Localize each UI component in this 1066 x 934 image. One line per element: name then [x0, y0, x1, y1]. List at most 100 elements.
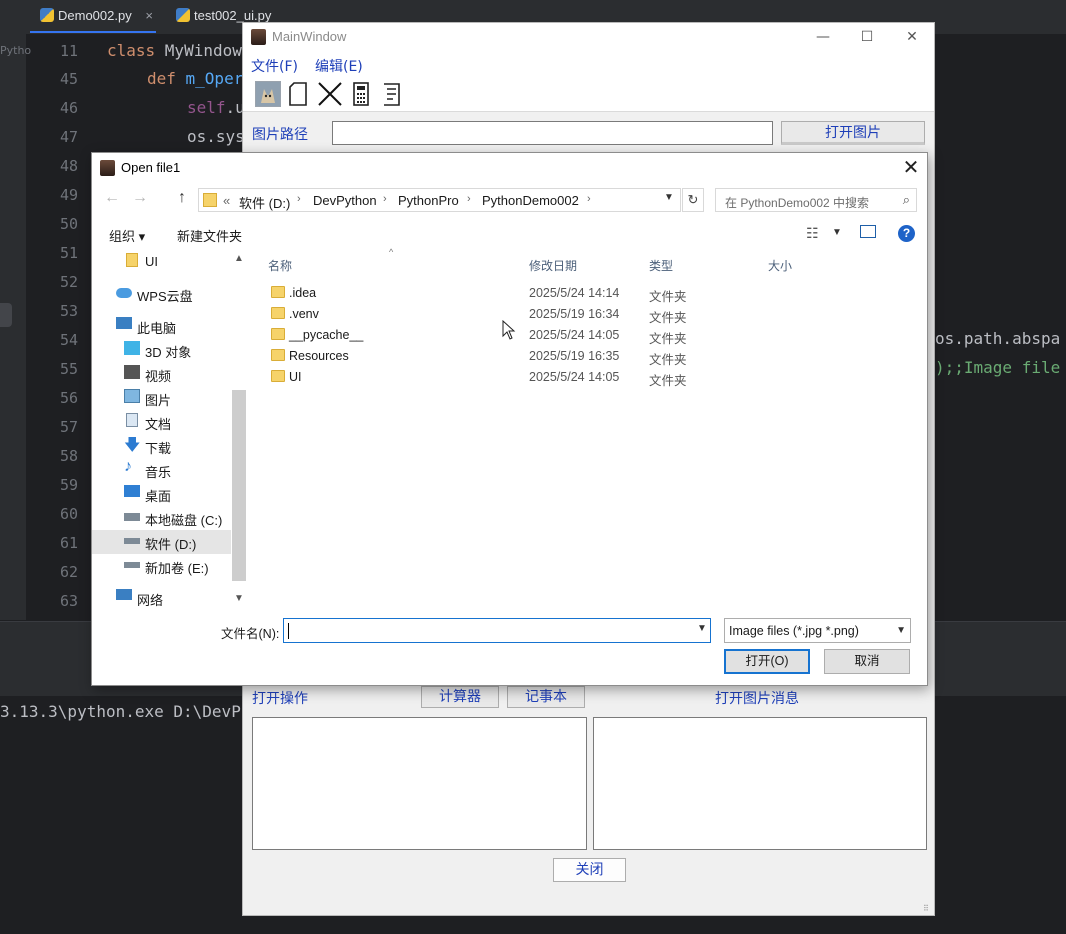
nav-item-drive-d[interactable]: 软件 (D:) — [92, 530, 231, 554]
file-name: UI — [289, 370, 302, 384]
list-item[interactable]: .venv 2025/5/19 16:34 文件夹 — [268, 304, 688, 325]
image-message-textbox[interactable] — [593, 717, 927, 850]
breadcrumb-item[interactable]: PythonDemo002 — [482, 193, 579, 208]
nav-item-pictures[interactable]: 图片 — [92, 386, 231, 410]
calculator-button[interactable]: 计算器 — [421, 686, 499, 708]
nav-label: 下载 — [145, 441, 172, 456]
filename-input[interactable] — [283, 618, 711, 643]
chevron-right-icon[interactable]: › — [467, 193, 471, 205]
open-button[interactable]: 打开(O) — [724, 649, 810, 674]
column-name[interactable]: 名称 — [268, 257, 292, 274]
nav-label: 网络 — [137, 593, 164, 608]
image-icon[interactable] — [255, 81, 281, 107]
list-item[interactable]: UI 2025/5/24 14:05 文件夹 — [268, 367, 688, 388]
cancel-button[interactable]: 取消 — [824, 649, 910, 674]
up-icon[interactable]: ↑ — [178, 189, 186, 207]
nav-label: 软件 (D:) — [145, 537, 197, 552]
menu-file[interactable]: 文件(F) — [251, 56, 298, 76]
column-size[interactable]: 大小 — [768, 257, 792, 274]
address-bar[interactable]: « 软件 (D:) › DevPython › PythonPro › Pyth… — [198, 188, 681, 212]
breadcrumb-item[interactable]: PythonPro — [398, 193, 459, 208]
image-path-input[interactable] — [332, 121, 773, 145]
page-icon[interactable] — [286, 81, 312, 107]
dialog-close-button[interactable]: ✕ — [898, 156, 924, 180]
nav-item-network[interactable]: 网络 — [92, 586, 231, 610]
chevron-down-icon[interactable]: ▼ — [832, 227, 842, 238]
line-number: 47 — [59, 128, 78, 146]
tab-label: test002_ui.py — [194, 8, 272, 23]
search-placeholder: 在 PythonDemo002 中搜索 — [725, 196, 870, 210]
breadcrumb-overflow[interactable]: « — [223, 193, 230, 208]
nav-item-music[interactable]: ♪ 音乐 — [92, 458, 231, 482]
column-date-modified[interactable]: 修改日期 — [529, 257, 577, 274]
code-line-47: os.sys — [187, 127, 245, 146]
file-type-filter[interactable]: Image files (*.jpg *.png) ▼ — [724, 618, 911, 643]
line-number: 52 — [59, 273, 78, 291]
help-icon[interactable]: ? — [898, 225, 915, 242]
maximize-button[interactable]: ☐ — [844, 23, 890, 51]
close-tab-icon[interactable]: × — [145, 8, 153, 23]
nav-item-drive-c[interactable]: 本地磁盘 (C:) — [92, 506, 231, 530]
download-icon: 🡇 — [124, 437, 141, 454]
code-fragment: );;Image file — [935, 358, 1061, 377]
nav-item-downloads[interactable]: 🡇 下载 — [92, 434, 231, 458]
menu-edit[interactable]: 编辑(E) — [315, 56, 363, 76]
column-type[interactable]: 类型 — [649, 257, 673, 274]
back-icon[interactable]: ← — [104, 189, 120, 207]
nav-item-ui[interactable]: UI — [92, 250, 231, 274]
calculator-icon[interactable] — [348, 81, 374, 107]
scroll-up-icon[interactable]: ▲ — [234, 253, 244, 264]
file-date: 2025/5/19 16:34 — [529, 307, 620, 321]
close-icon[interactable] — [317, 81, 343, 107]
new-folder-button[interactable]: 新建文件夹 — [177, 226, 242, 245]
close-window-button[interactable]: ✕ — [889, 23, 935, 51]
nav-item-wps[interactable]: WPS云盘 — [92, 282, 231, 306]
breadcrumb-item[interactable]: 软件 (D:) — [239, 193, 290, 212]
chevron-right-icon[interactable]: › — [383, 193, 387, 205]
close-button[interactable]: 关闭 — [553, 858, 626, 882]
preview-pane-icon[interactable] — [860, 225, 876, 238]
file-name: .venv — [289, 307, 319, 321]
nav-item-3d[interactable]: 3D 对象 — [92, 338, 231, 362]
nav-item-documents[interactable]: 文档 — [92, 410, 231, 434]
list-item[interactable]: Resources 2025/5/19 16:35 文件夹 — [268, 346, 688, 367]
document-icon — [126, 413, 138, 427]
list-item[interactable]: __pycache__ 2025/5/24 14:05 文件夹 — [268, 325, 688, 346]
nav-item-videos[interactable]: 视频 — [92, 362, 231, 386]
function-name: m_Oper — [185, 69, 244, 88]
forward-icon[interactable]: → — [132, 189, 148, 207]
nav-item-this-pc[interactable]: 此电脑 — [92, 314, 231, 338]
code-line-11: class MyWindow — [107, 41, 242, 60]
chevron-down-icon[interactable]: ▼ — [664, 192, 674, 203]
breadcrumb-item[interactable]: DevPython — [313, 193, 377, 208]
chevron-right-icon[interactable]: › — [587, 193, 591, 205]
search-icon: ⌕ — [902, 192, 910, 207]
music-icon: ♪ — [124, 458, 132, 475]
refresh-button[interactable]: ↻ — [682, 188, 704, 212]
file-date: 2025/5/24 14:05 — [529, 370, 620, 384]
chevron-down-icon[interactable]: ▼ — [697, 623, 707, 634]
chevron-right-icon[interactable]: › — [297, 193, 301, 205]
menu-bar: 文件(F) 编辑(E) — [243, 51, 934, 77]
minimize-button[interactable]: — — [800, 23, 846, 51]
search-input[interactable]: 在 PythonDemo002 中搜索 ⌕ — [715, 188, 917, 212]
nav-label: 文档 — [145, 417, 172, 432]
tab-demo002[interactable]: Demo002.py × — [36, 0, 153, 32]
nav-scrollbar-thumb[interactable] — [232, 390, 246, 581]
operations-textbox[interactable] — [252, 717, 587, 850]
open-file-dialog: Open file1 ✕ ← → ↑ « 软件 (D:) › DevPython… — [91, 152, 928, 686]
line-number: 45 — [59, 70, 78, 88]
view-options-icon[interactable]: ☷ — [806, 225, 819, 242]
file-date: 2025/5/24 14:05 — [529, 328, 620, 342]
line-number: 11 — [59, 42, 78, 60]
resize-grip-icon[interactable]: ⠿ — [923, 904, 933, 914]
nav-item-desktop[interactable]: 桌面 — [92, 482, 231, 506]
list-item[interactable]: .idea 2025/5/24 14:14 文件夹 — [268, 283, 688, 304]
drive-icon — [124, 513, 140, 521]
nav-item-drive-e[interactable]: 新加卷 (E:) — [92, 554, 231, 578]
organize-menu[interactable]: 组织 ▾ — [109, 226, 145, 245]
open-image-button[interactable]: 打开图片 — [781, 121, 925, 145]
notepad-button[interactable]: 记事本 — [507, 686, 585, 708]
scroll-down-icon[interactable]: ▼ — [234, 593, 244, 604]
notepad-icon[interactable] — [379, 81, 405, 107]
